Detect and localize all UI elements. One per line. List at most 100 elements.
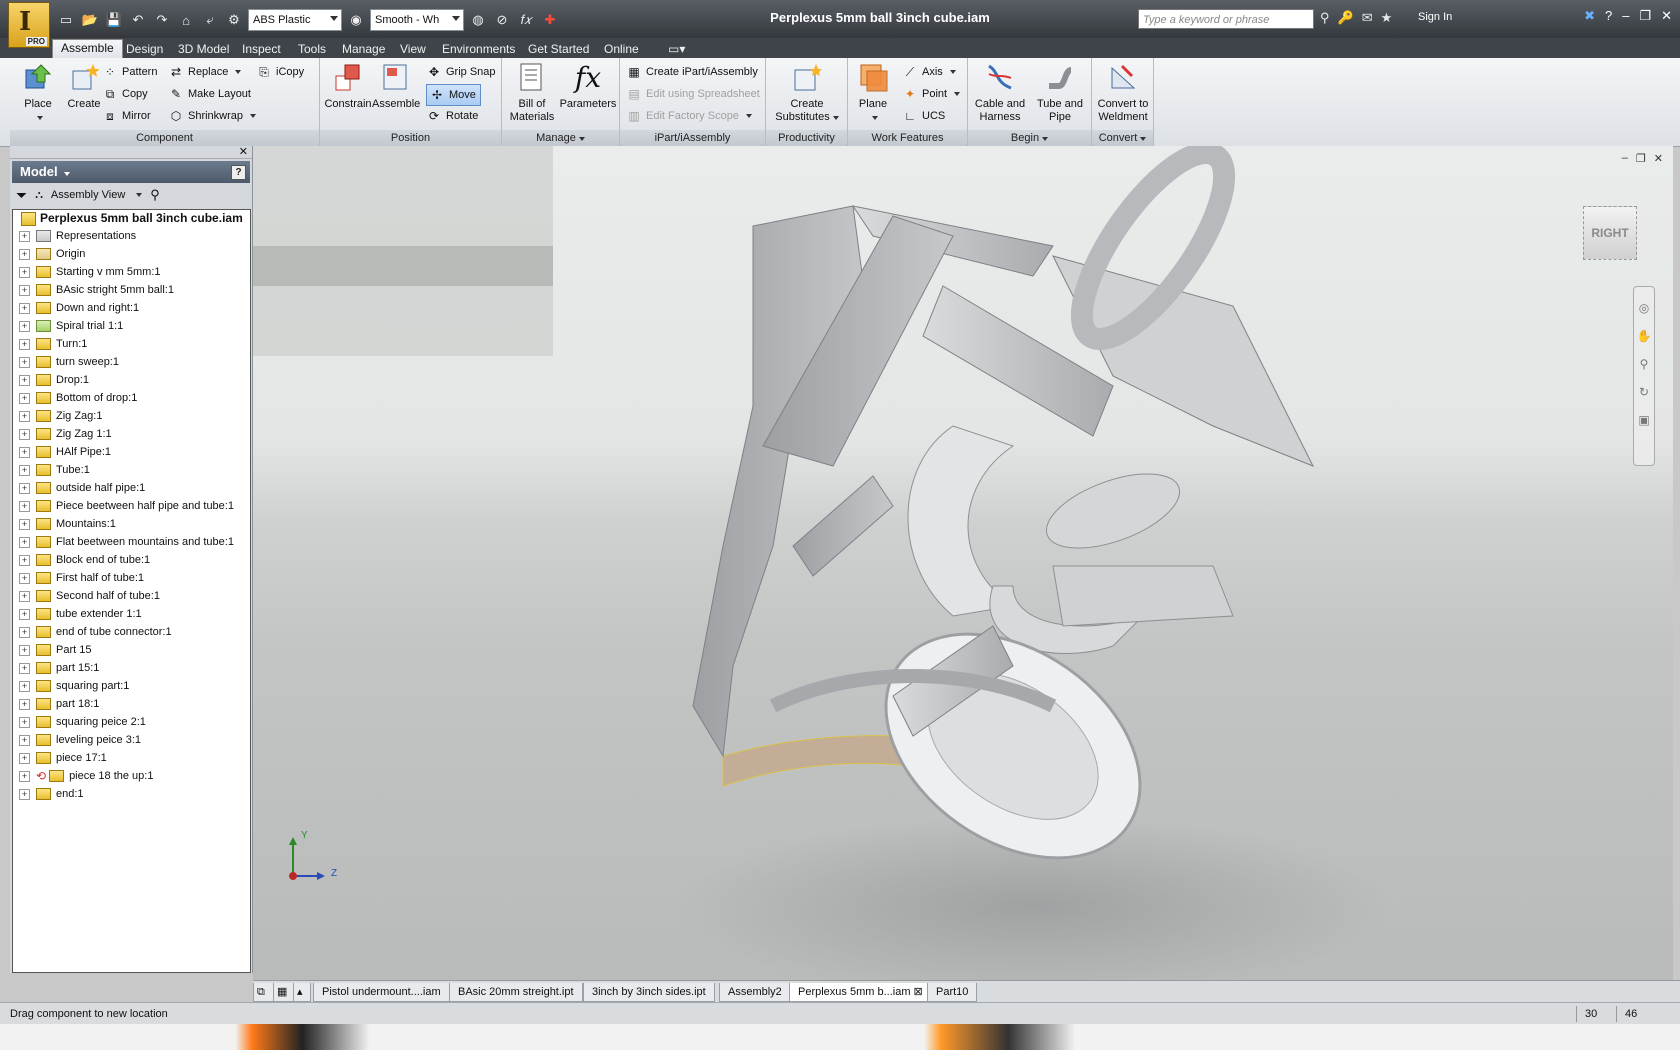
tab-view[interactable]: View bbox=[392, 41, 434, 58]
mirror-button[interactable]: ⧈ Mirror bbox=[102, 106, 151, 126]
assembly-view-combo[interactable]: Assembly View bbox=[51, 189, 125, 201]
sign-in-button[interactable]: Sign In bbox=[1418, 11, 1452, 23]
doc-tab-active[interactable]: Perplexus 5mm b...iam ⊠ bbox=[789, 983, 932, 1002]
cable-harness-button[interactable]: Cable and Harness bbox=[970, 60, 1030, 124]
close-icon[interactable]: ✕ bbox=[1654, 152, 1663, 165]
tree-item[interactable]: + tube extender 1:1 bbox=[13, 605, 250, 623]
edit-factory-scope-button[interactable]: ▥ Edit Factory Scope bbox=[626, 106, 752, 126]
create-substitutes-button[interactable]: Create Substitutes bbox=[772, 60, 842, 124]
expand-icon[interactable]: + bbox=[19, 788, 30, 800]
tab-design[interactable]: Design bbox=[118, 41, 171, 58]
tree-item[interactable]: + Zig Zag:1 bbox=[13, 407, 250, 425]
make-layout-button[interactable]: ✎ Make Layout bbox=[168, 84, 251, 104]
material-combo[interactable]: ABS Plastic bbox=[248, 9, 342, 31]
expand-icon[interactable]: + bbox=[19, 734, 30, 746]
application-menu-button[interactable]: I PRO bbox=[8, 2, 50, 48]
chevron-down-icon[interactable] bbox=[136, 193, 143, 197]
expand-icon[interactable]: + bbox=[19, 536, 30, 548]
expand-icon[interactable]: + bbox=[19, 644, 30, 656]
expand-icon[interactable]: + bbox=[19, 410, 30, 422]
doc-tab[interactable]: Assembly2 bbox=[719, 983, 791, 1002]
place-button[interactable]: Place bbox=[16, 60, 60, 124]
tab-assemble[interactable]: Assemble bbox=[52, 39, 123, 59]
create-component-button[interactable]: Create bbox=[62, 60, 106, 111]
tile-icon[interactable]: ▦ bbox=[273, 983, 295, 1002]
clear-appearance-icon[interactable]: ⊘ bbox=[492, 11, 512, 29]
tree-item[interactable]: + end of tube connector:1 bbox=[13, 623, 250, 641]
tree-item[interactable]: + Starting v mm 5mm:1 bbox=[13, 263, 250, 281]
update-icon[interactable]: ⚙ bbox=[224, 11, 244, 29]
tree-item[interactable]: + part 15:1 bbox=[13, 659, 250, 677]
expand-icon[interactable]: + bbox=[19, 626, 30, 638]
ribbon-minimize-icon[interactable]: ▭▾ bbox=[660, 41, 693, 58]
replace-button[interactable]: ⇄ Replace bbox=[168, 62, 242, 82]
tree-item[interactable]: + leveling peice 3:1 bbox=[13, 731, 250, 749]
save-icon[interactable]: 💾 bbox=[104, 11, 124, 29]
pan-icon[interactable]: ✋ bbox=[1637, 329, 1652, 343]
tree-item[interactable]: + Bottom of drop:1 bbox=[13, 389, 250, 407]
close-icon[interactable]: ✕ bbox=[1661, 8, 1672, 24]
tree-item[interactable]: + squaring part:1 bbox=[13, 677, 250, 695]
communication-icon[interactable]: ✉ bbox=[1362, 10, 1373, 26]
appearance-icon[interactable]: ◍ bbox=[468, 11, 488, 29]
tab-get-started[interactable]: Get Started bbox=[520, 41, 597, 58]
tree-item[interactable]: + Second half of tube:1 bbox=[13, 587, 250, 605]
rotate-button[interactable]: ⟳ Rotate bbox=[426, 106, 478, 126]
point-button[interactable]: ✦ Point bbox=[902, 84, 961, 104]
doc-tab[interactable]: BAsic 20mm streight.ipt bbox=[449, 983, 583, 1002]
tree-item[interactable]: + part 18:1 bbox=[13, 695, 250, 713]
tree-root[interactable]: Perplexus 5mm ball 3inch cube.iam bbox=[13, 210, 250, 227]
close-icon[interactable]: ✕ bbox=[239, 145, 248, 158]
visual-style-combo[interactable]: Smooth - Wh bbox=[370, 9, 464, 31]
parameters-button[interactable]: f𝑥 Parameters bbox=[558, 60, 618, 111]
orbit-icon[interactable]: ↻ bbox=[1639, 385, 1649, 399]
expand-icon[interactable]: + bbox=[19, 248, 30, 260]
close-icon[interactable]: ⊠ bbox=[914, 986, 923, 998]
expand-icon[interactable]: + bbox=[19, 482, 30, 494]
color-wheel-icon[interactable]: ◉ bbox=[346, 11, 366, 29]
fx-icon[interactable]: f𝑥 bbox=[516, 11, 536, 29]
expand-icon[interactable]: + bbox=[19, 572, 30, 584]
filter-icon[interactable]: ⏷ bbox=[16, 187, 27, 204]
tree-item[interactable]: + Piece beetween half pipe and tube:1 bbox=[13, 497, 250, 515]
tree-item[interactable]: + squaring peice 2:1 bbox=[13, 713, 250, 731]
return-icon[interactable]: ⤶ bbox=[200, 11, 220, 29]
tree-item[interactable]: + Part 15 bbox=[13, 641, 250, 659]
copy-button[interactable]: ⧉ Copy bbox=[102, 84, 148, 104]
restore-icon[interactable]: ❐ bbox=[1639, 8, 1651, 24]
tree-item[interactable]: + piece 17:1 bbox=[13, 749, 250, 767]
tree-item[interactable]: + Drop:1 bbox=[13, 371, 250, 389]
expand-icon[interactable]: + bbox=[19, 608, 30, 620]
tab-tools[interactable]: Tools bbox=[290, 41, 334, 58]
graphics-window[interactable]: ‒ ❐ ✕ RIGHT ◎ ✋ ⚲ ↻ ▣ Y Z bbox=[253, 146, 1673, 980]
undo-icon[interactable]: ↶ bbox=[128, 11, 148, 29]
assemble-button[interactable]: Assemble bbox=[372, 60, 420, 111]
shrinkwrap-button[interactable]: ⬡ Shrinkwrap bbox=[168, 106, 257, 126]
tree-item[interactable]: + turn sweep:1 bbox=[13, 353, 250, 371]
tree-item[interactable]: + ⟲ piece 18 the up:1 bbox=[13, 767, 250, 785]
subscription-icon[interactable]: 🔑 bbox=[1338, 10, 1354, 26]
project-icon[interactable]: ⌂ bbox=[176, 11, 196, 29]
tree-item[interactable]: + Representations bbox=[13, 227, 250, 245]
expand-icon[interactable]: + bbox=[19, 302, 30, 314]
help-search-input[interactable]: Type a keyword or phrase bbox=[1138, 9, 1314, 29]
doc-tab[interactable]: Part10 bbox=[927, 983, 978, 1002]
help-icon[interactable]: ? bbox=[1605, 8, 1612, 24]
icopy-button[interactable]: ⎘ iCopy bbox=[256, 62, 304, 82]
help-icon[interactable]: ? bbox=[231, 165, 246, 180]
steering-wheel-icon[interactable]: ◎ bbox=[1639, 301, 1649, 315]
axis-button[interactable]: ⟋ Axis bbox=[902, 62, 956, 82]
cascade-icon[interactable]: ⧉ bbox=[253, 983, 275, 1002]
expand-icon[interactable]: + bbox=[19, 680, 30, 692]
tree-item[interactable]: + Block end of tube:1 bbox=[13, 551, 250, 569]
tree-item[interactable]: + outside half pipe:1 bbox=[13, 479, 250, 497]
model-browser-header[interactable]: Model ? bbox=[12, 161, 250, 183]
viewcube[interactable]: RIGHT bbox=[1583, 206, 1637, 260]
favorites-icon[interactable]: ★ bbox=[1381, 10, 1393, 26]
open-documents-icon[interactable]: ▴ bbox=[293, 983, 311, 1002]
expand-icon[interactable]: + bbox=[19, 338, 30, 350]
expand-icon[interactable]: + bbox=[19, 374, 30, 386]
binoculars-icon[interactable]: ⚲ bbox=[1320, 10, 1330, 26]
expand-icon[interactable]: + bbox=[19, 518, 30, 530]
edit-spreadsheet-button[interactable]: ▤ Edit using Spreadsheet bbox=[626, 84, 759, 104]
